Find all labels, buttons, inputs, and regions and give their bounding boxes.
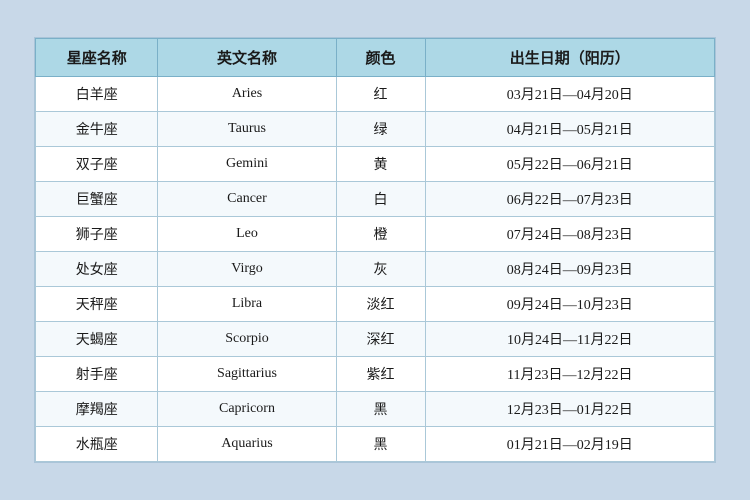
cell-zh: 天蝎座 [36, 322, 158, 357]
cell-zh: 摩羯座 [36, 392, 158, 427]
cell-en: Cancer [158, 182, 336, 217]
header-zh: 星座名称 [36, 39, 158, 77]
header-color: 颜色 [336, 39, 425, 77]
table-row: 天蝎座Scorpio深红10月24日—11月22日 [36, 322, 715, 357]
cell-en: Leo [158, 217, 336, 252]
cell-zh: 狮子座 [36, 217, 158, 252]
cell-zh: 双子座 [36, 147, 158, 182]
cell-en: Libra [158, 287, 336, 322]
cell-date: 12月23日—01月22日 [425, 392, 714, 427]
cell-en: Scorpio [158, 322, 336, 357]
cell-color: 黑 [336, 427, 425, 462]
cell-color: 紫红 [336, 357, 425, 392]
table-header-row: 星座名称 英文名称 颜色 出生日期（阳历） [36, 39, 715, 77]
table-row: 狮子座Leo橙07月24日—08月23日 [36, 217, 715, 252]
cell-zh: 白羊座 [36, 77, 158, 112]
cell-en: Virgo [158, 252, 336, 287]
cell-date: 05月22日—06月21日 [425, 147, 714, 182]
cell-color: 黑 [336, 392, 425, 427]
cell-color: 灰 [336, 252, 425, 287]
table-row: 水瓶座Aquarius黑01月21日—02月19日 [36, 427, 715, 462]
cell-date: 11月23日—12月22日 [425, 357, 714, 392]
cell-en: Capricorn [158, 392, 336, 427]
table-row: 摩羯座Capricorn黑12月23日—01月22日 [36, 392, 715, 427]
cell-date: 09月24日—10月23日 [425, 287, 714, 322]
zodiac-table-wrapper: 星座名称 英文名称 颜色 出生日期（阳历） 白羊座Aries红03月21日—04… [34, 37, 716, 463]
cell-color: 淡红 [336, 287, 425, 322]
cell-en: Aquarius [158, 427, 336, 462]
cell-zh: 巨蟹座 [36, 182, 158, 217]
table-row: 巨蟹座Cancer白06月22日—07月23日 [36, 182, 715, 217]
table-row: 白羊座Aries红03月21日—04月20日 [36, 77, 715, 112]
cell-date: 03月21日—04月20日 [425, 77, 714, 112]
cell-color: 绿 [336, 112, 425, 147]
cell-date: 06月22日—07月23日 [425, 182, 714, 217]
header-date: 出生日期（阳历） [425, 39, 714, 77]
table-row: 处女座Virgo灰08月24日—09月23日 [36, 252, 715, 287]
cell-color: 白 [336, 182, 425, 217]
cell-en: Taurus [158, 112, 336, 147]
table-row: 金牛座Taurus绿04月21日—05月21日 [36, 112, 715, 147]
cell-zh: 水瓶座 [36, 427, 158, 462]
cell-date: 01月21日—02月19日 [425, 427, 714, 462]
cell-en: Aries [158, 77, 336, 112]
table-row: 双子座Gemini黄05月22日—06月21日 [36, 147, 715, 182]
zodiac-table: 星座名称 英文名称 颜色 出生日期（阳历） 白羊座Aries红03月21日—04… [35, 38, 715, 462]
cell-date: 10月24日—11月22日 [425, 322, 714, 357]
cell-color: 黄 [336, 147, 425, 182]
cell-zh: 处女座 [36, 252, 158, 287]
cell-en: Gemini [158, 147, 336, 182]
cell-zh: 金牛座 [36, 112, 158, 147]
header-en: 英文名称 [158, 39, 336, 77]
table-row: 天秤座Libra淡红09月24日—10月23日 [36, 287, 715, 322]
cell-date: 08月24日—09月23日 [425, 252, 714, 287]
cell-date: 07月24日—08月23日 [425, 217, 714, 252]
cell-zh: 射手座 [36, 357, 158, 392]
cell-color: 红 [336, 77, 425, 112]
cell-color: 橙 [336, 217, 425, 252]
cell-color: 深红 [336, 322, 425, 357]
cell-en: Sagittarius [158, 357, 336, 392]
cell-zh: 天秤座 [36, 287, 158, 322]
cell-date: 04月21日—05月21日 [425, 112, 714, 147]
table-row: 射手座Sagittarius紫红11月23日—12月22日 [36, 357, 715, 392]
